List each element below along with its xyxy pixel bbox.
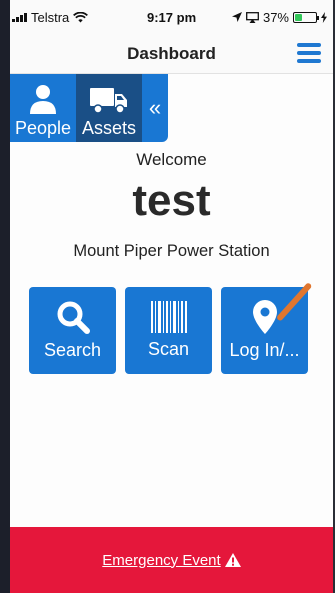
wifi-icon	[73, 11, 89, 22]
action-buttons: Search Scan Log In/...	[29, 287, 308, 374]
carrier-label: Telstra	[31, 9, 70, 25]
warning-icon	[224, 553, 241, 567]
battery-fill	[295, 13, 303, 21]
tab-people[interactable]: People	[10, 74, 76, 142]
location-pin-icon	[252, 300, 277, 334]
emergency-event-link[interactable]: Emergency Event	[102, 551, 241, 569]
status-left: Telstra	[12, 9, 89, 25]
side-tabs: People Assets «	[10, 74, 168, 142]
search-button-label: Search	[43, 340, 102, 360]
battery-icon	[293, 11, 319, 23]
search-button[interactable]: Search	[29, 287, 116, 374]
charging-icon	[321, 11, 327, 23]
log-in-button-label: Log In/...	[229, 340, 300, 360]
status-bar: Telstra 9:17 pm 37%	[10, 0, 333, 34]
status-right: 37%	[231, 9, 327, 25]
welcome-text: Welcome	[136, 150, 207, 169]
tab-assets-label: Assets	[81, 118, 137, 138]
username: test	[132, 176, 211, 225]
clock: 9:17 pm	[147, 9, 197, 25]
battery-percent: 37%	[262, 9, 289, 25]
tab-people-label: People	[14, 118, 72, 138]
truck-icon	[90, 88, 127, 114]
nav-bar: Dashboard	[10, 34, 333, 74]
tab-assets[interactable]: Assets	[76, 74, 142, 142]
search-icon	[57, 301, 90, 334]
page-title: Dashboard	[127, 43, 216, 63]
scan-button[interactable]: Scan	[125, 287, 212, 374]
hamburger-menu-icon[interactable]	[297, 43, 321, 63]
barcode-icon	[150, 301, 187, 333]
site-name: Mount Piper Power Station	[73, 242, 270, 260]
signal-icon	[12, 12, 27, 22]
person-icon	[30, 85, 56, 114]
location-arrow-icon	[231, 12, 242, 22]
double-chevron-left-icon: «	[148, 95, 162, 120]
screen-mirror-icon	[246, 11, 259, 23]
emergency-bar: Emergency Event	[10, 527, 333, 593]
scan-button-label: Scan	[147, 339, 190, 359]
emergency-event-label: Emergency Event	[102, 551, 221, 569]
collapse-tabs-button[interactable]: «	[142, 74, 168, 142]
phone-screen: Telstra 9:17 pm 37% Dashboard People Ass…	[0, 0, 335, 593]
